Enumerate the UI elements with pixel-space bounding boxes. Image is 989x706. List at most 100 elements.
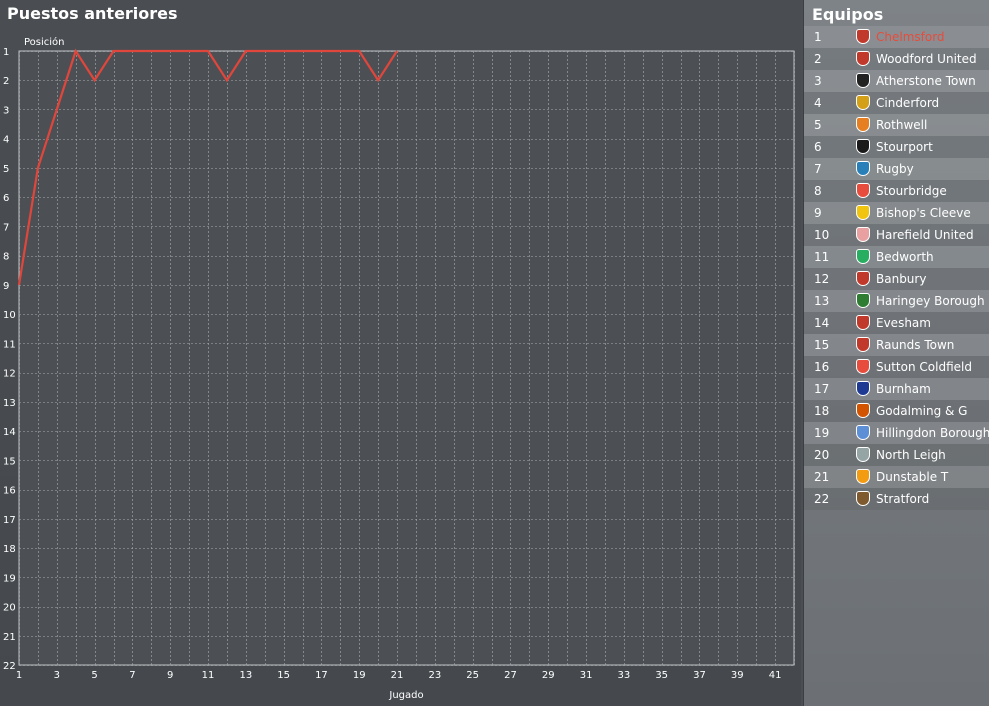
team-crest-icon <box>856 491 870 506</box>
team-name[interactable]: Dunstable T <box>876 470 948 484</box>
team-row[interactable]: 5 Rothwell <box>804 114 989 136</box>
y-tick-label: 4 <box>3 135 9 146</box>
team-row[interactable]: 7 Rugby <box>804 158 989 180</box>
x-tick-label: 27 <box>504 670 517 681</box>
team-position: 22 <box>814 492 830 506</box>
team-position: 6 <box>814 140 822 154</box>
x-tick-label: 15 <box>277 670 290 681</box>
team-name[interactable]: Stourport <box>876 140 933 154</box>
team-position: 4 <box>814 96 822 110</box>
team-name[interactable]: Stourbridge <box>876 184 947 198</box>
y-tick-label: 9 <box>3 281 9 292</box>
position-chart: 123456789101112131415161718192021221 3 5 7 9… <box>3 36 795 701</box>
y-tick-label: 16 <box>3 486 16 497</box>
team-name[interactable]: Godalming & G <box>876 404 967 418</box>
team-position: 12 <box>814 272 830 286</box>
team-name[interactable]: Chelmsford <box>876 30 945 44</box>
team-crest-icon <box>856 29 870 44</box>
team-crest-icon <box>856 73 870 88</box>
team-name[interactable]: Bishop's Cleeve <box>876 206 971 220</box>
y-tick-label: 7 <box>3 222 9 233</box>
teams-panel: Equipos 1 Chelmsford 2 Woodford United 3 Athe… <box>803 0 989 706</box>
y-tick-label: 22 <box>3 661 16 672</box>
team-row[interactable]: 4 Cinderford <box>804 92 989 114</box>
x-tick-label: 35 <box>655 670 668 681</box>
team-row[interactable]: 3 Atherstone Town <box>804 70 989 92</box>
x-axis-label: Jugado <box>388 690 423 701</box>
team-name[interactable]: Bedworth <box>876 250 934 264</box>
team-position: 11 <box>814 250 830 264</box>
team-row[interactable]: 6 Stourport <box>804 136 989 158</box>
team-name[interactable]: Hillingdon Borough <box>876 426 989 440</box>
y-tick-label: 5 <box>3 164 9 175</box>
team-row[interactable]: 9 Bishop's Cleeve <box>804 202 989 224</box>
team-name[interactable]: Banbury <box>876 272 926 286</box>
team-row[interactable]: 12 Banbury <box>804 268 989 290</box>
team-row[interactable]: 18 Godalming & G <box>804 400 989 422</box>
x-tick-label: 5 <box>91 670 97 681</box>
team-crest-icon <box>856 161 870 176</box>
team-crest-icon <box>856 425 870 440</box>
team-row[interactable]: 16 Sutton Coldfield <box>804 356 989 378</box>
team-name[interactable]: Sutton Coldfield <box>876 360 972 374</box>
team-name[interactable]: Cinderford <box>876 96 939 110</box>
team-name[interactable]: Woodford United <box>876 52 977 66</box>
y-tick-label: 1 <box>3 47 9 58</box>
x-tick-label: 23 <box>428 670 441 681</box>
team-list: 1 Chelmsford 2 Woodford United 3 Atherstone T… <box>804 26 989 510</box>
team-row[interactable]: 15 Raunds Town <box>804 334 989 356</box>
team-name[interactable]: Evesham <box>876 316 931 330</box>
team-crest-icon <box>856 469 870 484</box>
team-name[interactable]: Harefield United <box>876 228 974 242</box>
team-crest-icon <box>856 95 870 110</box>
team-name[interactable]: Atherstone Town <box>876 74 976 88</box>
team-name[interactable]: Burnham <box>876 382 931 396</box>
team-row[interactable]: 22 Stratford <box>804 488 989 510</box>
team-crest-icon <box>856 249 870 264</box>
x-tick-label: 39 <box>731 670 744 681</box>
team-name[interactable]: Rugby <box>876 162 914 176</box>
team-crest-icon <box>856 315 870 330</box>
y-tick-label: 10 <box>3 310 16 321</box>
team-position: 2 <box>814 52 822 66</box>
team-name[interactable]: North Leigh <box>876 448 946 462</box>
team-row[interactable]: 14 Evesham <box>804 312 989 334</box>
y-tick-label: 18 <box>3 544 16 555</box>
y-tick-label: 21 <box>3 632 16 643</box>
team-row[interactable]: 21 Dunstable T <box>804 466 989 488</box>
team-crest-icon <box>856 51 870 66</box>
team-row[interactable]: 20 North Leigh <box>804 444 989 466</box>
team-position: 19 <box>814 426 830 440</box>
y-tick-label: 2 <box>3 76 9 87</box>
team-crest-icon <box>856 183 870 198</box>
panel-title: Puestos anteriores <box>7 4 178 23</box>
team-crest-icon <box>856 447 870 462</box>
x-tick-label: 21 <box>391 670 404 681</box>
team-row[interactable]: 8 Stourbridge <box>804 180 989 202</box>
team-crest-icon <box>856 293 870 308</box>
team-name[interactable]: Haringey Borough <box>876 294 985 308</box>
team-row[interactable]: 1 Chelmsford <box>804 26 989 48</box>
y-tick-label: 15 <box>3 456 16 467</box>
plot-area <box>18 50 795 666</box>
y-tick-label: 17 <box>3 515 16 526</box>
team-name[interactable]: Stratford <box>876 492 929 506</box>
team-row[interactable]: 2 Woodford United <box>804 48 989 70</box>
x-tick-label: 33 <box>618 670 631 681</box>
x-tick-label: 9 <box>167 670 173 681</box>
team-row[interactable]: 10 Harefield United <box>804 224 989 246</box>
team-row[interactable]: 17 Burnham <box>804 378 989 400</box>
team-row[interactable]: 19 Hillingdon Borough <box>804 422 989 444</box>
x-tick-label: 25 <box>466 670 479 681</box>
team-name[interactable]: Raunds Town <box>876 338 954 352</box>
team-row[interactable]: 11 Bedworth <box>804 246 989 268</box>
team-crest-icon <box>856 117 870 132</box>
x-tick-label: 1 <box>16 670 22 681</box>
x-tick-label: 37 <box>693 670 706 681</box>
team-row[interactable]: 13 Haringey Borough <box>804 290 989 312</box>
team-name[interactable]: Rothwell <box>876 118 927 132</box>
team-position: 15 <box>814 338 830 352</box>
team-crest-icon <box>856 403 870 418</box>
y-tick-label: 12 <box>3 369 16 380</box>
team-position: 14 <box>814 316 830 330</box>
